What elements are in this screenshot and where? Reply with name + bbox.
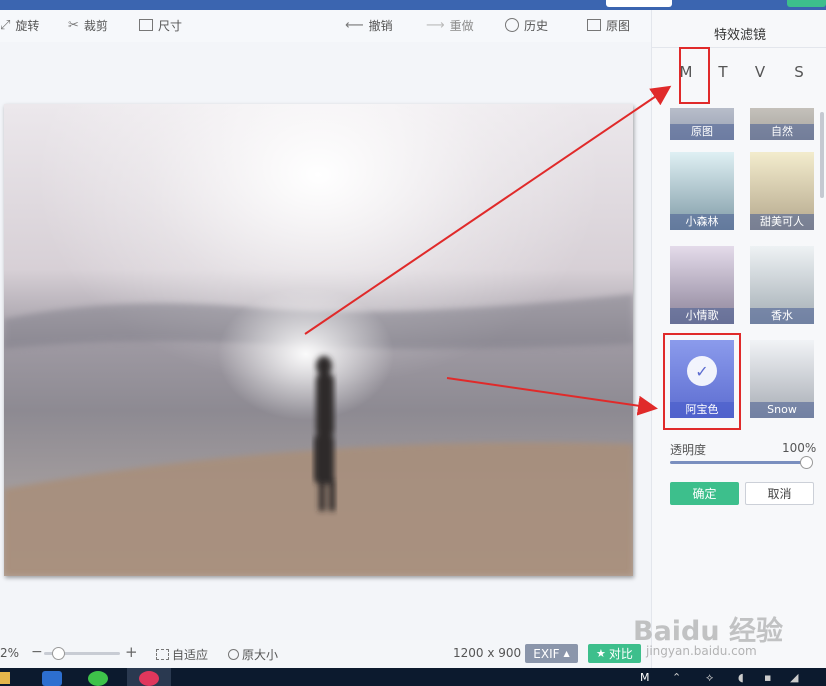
annotation-arrows xyxy=(304,85,672,416)
arrow-to-filter xyxy=(446,377,658,416)
arrow-to-tab xyxy=(304,85,672,335)
